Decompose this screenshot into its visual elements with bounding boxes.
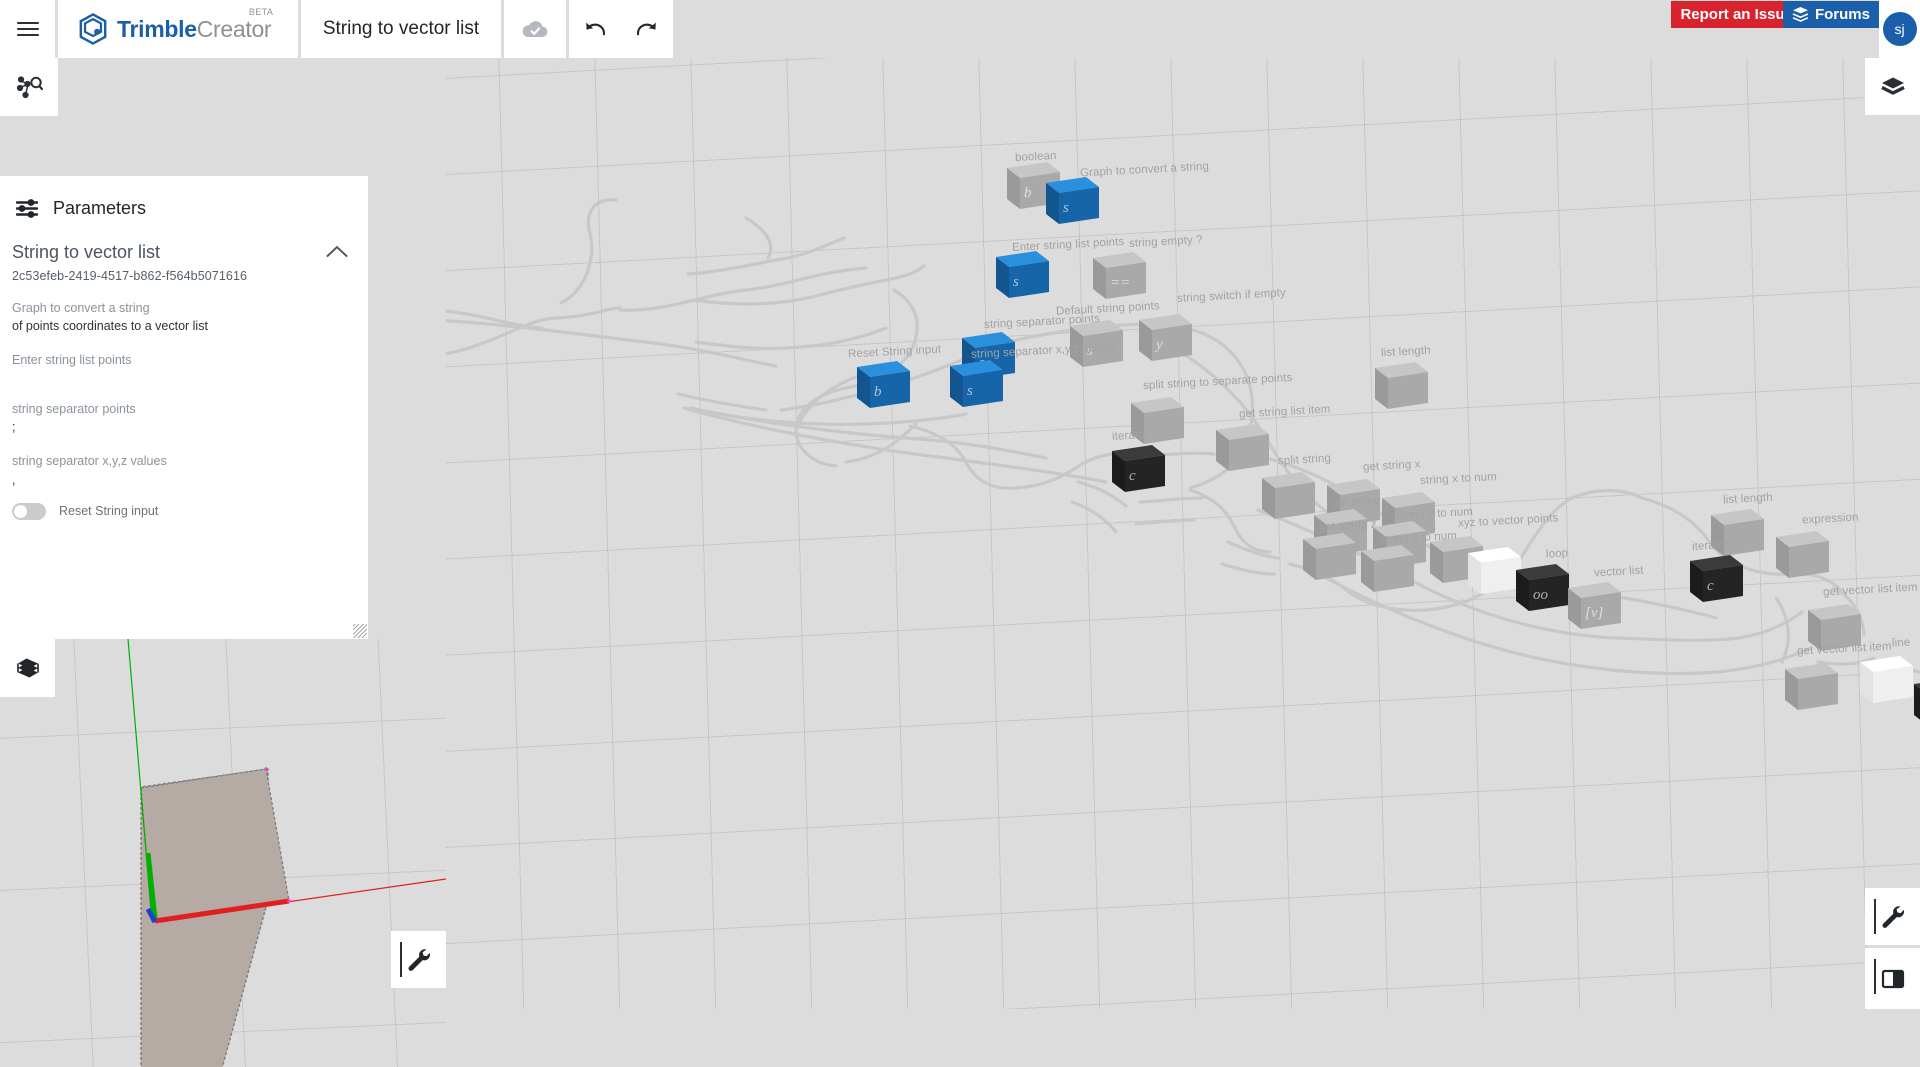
brand-light: Creator xyxy=(196,15,272,42)
parameter-field: Enter string list points xyxy=(12,351,350,384)
node-cube xyxy=(996,251,1049,298)
document-title-field[interactable]: String to vector list xyxy=(301,0,501,58)
report-issue-label: Report an Issue xyxy=(1680,6,1793,23)
bottom-tools-button[interactable] xyxy=(1865,888,1920,945)
node-cube xyxy=(1914,683,1920,720)
undo-redo-group xyxy=(569,0,673,58)
redo-arrow-icon xyxy=(636,22,656,36)
node-label: string switch if empty xyxy=(1176,287,1287,305)
field-value[interactable]: , xyxy=(12,471,350,489)
hamburger-icon xyxy=(16,21,39,37)
layers-button[interactable] xyxy=(1865,58,1920,115)
top-toolbar: TrimbleCreator BETA String to vector list… xyxy=(0,0,1920,58)
beta-badge: BETA xyxy=(248,6,274,17)
parameters-title: Parameters xyxy=(53,198,147,218)
undo-arrow-icon xyxy=(586,22,606,36)
avatar[interactable]: sj xyxy=(1882,12,1917,46)
field-value[interactable] xyxy=(12,369,350,384)
graph-nodes: b boolean s Graph to convert a string s Enter… xyxy=(446,58,1920,1009)
cloud-check-icon xyxy=(522,21,548,38)
reset-string-input-label: Reset String input xyxy=(59,504,159,519)
app-logo[interactable]: TrimbleCreator BETA xyxy=(58,0,298,58)
panel-toggle-button[interactable] xyxy=(1865,948,1920,1009)
parameter-field: string separator x,y,z values , xyxy=(12,452,350,488)
field-label: string separator x,y,z values xyxy=(12,454,167,469)
sketchup-button[interactable] xyxy=(0,639,55,697)
wrench-icon xyxy=(1881,905,1904,928)
viewport-scene xyxy=(127,639,446,1067)
node-cube xyxy=(1568,582,1621,629)
parameters-body: String to vector list 2c53efeb-2419-4517… xyxy=(0,219,368,520)
node-cube xyxy=(1776,531,1829,578)
reset-string-input-toggle[interactable] xyxy=(12,502,46,520)
collapse-section-button[interactable] xyxy=(326,245,348,263)
divider-bar xyxy=(1874,899,1876,934)
node-cube xyxy=(857,361,910,408)
node-graph-search-icon xyxy=(16,76,43,99)
main-menu-button[interactable] xyxy=(0,0,55,58)
graph-name: String to vector list xyxy=(12,242,161,262)
parameters-panel: Parameters String to vector list 2c53efe… xyxy=(0,176,368,639)
redo-button[interactable] xyxy=(621,0,673,58)
node-graph-canvas[interactable]: b boolean s Graph to convert a string s Enter… xyxy=(446,58,1920,1009)
forums-icon xyxy=(1792,7,1809,22)
parameters-header: Parameters xyxy=(0,176,368,219)
save-status-button[interactable] xyxy=(504,0,566,58)
brand-bold: Trimble xyxy=(117,15,197,42)
parameter-field: string separator points ; xyxy=(12,400,350,436)
reset-string-input-row: Reset String input xyxy=(12,502,350,520)
sketchup-logo-icon xyxy=(16,658,39,678)
node-cube xyxy=(1375,362,1428,409)
node-cube xyxy=(1361,545,1414,592)
divider-bar xyxy=(1874,959,1876,994)
graph-uuid: 2c53efeb-2419-4517-b862-f564b5071616 xyxy=(12,268,248,283)
node-cube xyxy=(1046,177,1099,224)
node-cube xyxy=(1690,555,1743,602)
chevron-up-icon xyxy=(326,245,348,257)
node-cube xyxy=(1093,252,1146,299)
field-label: Graph to convert a string xyxy=(12,300,150,315)
panel-resize-handle[interactable] xyxy=(353,624,367,638)
forums-label: Forums xyxy=(1814,6,1870,23)
avatar-container: sj xyxy=(1879,0,1920,58)
left-column: Parameters String to vector list 2c53efe… xyxy=(0,58,446,1067)
avatar-initials: sj xyxy=(1894,21,1905,37)
layers-icon xyxy=(1880,77,1905,95)
wrench-icon xyxy=(407,948,430,971)
field-label: string separator points xyxy=(12,402,136,417)
field-value[interactable]: of points coordinates to a vector list xyxy=(12,317,350,335)
node-cube xyxy=(950,360,1003,407)
divider-bar xyxy=(400,942,402,977)
node-cube xyxy=(1139,314,1192,361)
page-title: String to vector list xyxy=(322,18,480,39)
sliders-icon xyxy=(16,199,39,218)
brand-text: TrimbleCreator BETA xyxy=(117,7,273,43)
undo-button[interactable] xyxy=(569,0,621,58)
graph-browser-button[interactable] xyxy=(0,58,58,116)
model-viewport[interactable] xyxy=(0,639,446,1067)
node-cube xyxy=(1112,445,1165,492)
node-cube xyxy=(1070,320,1123,367)
forums-button[interactable]: Forums xyxy=(1782,1,1879,28)
parameter-field: Graph to convert a string of points coor… xyxy=(12,299,350,335)
node-cube xyxy=(1785,663,1838,710)
field-label: Enter string list points xyxy=(12,353,132,368)
viewport-tools-button[interactable] xyxy=(391,931,446,988)
split-panel-icon xyxy=(1881,969,1904,988)
field-value[interactable]: ; xyxy=(12,418,350,436)
trimble-logo-icon xyxy=(79,13,107,45)
